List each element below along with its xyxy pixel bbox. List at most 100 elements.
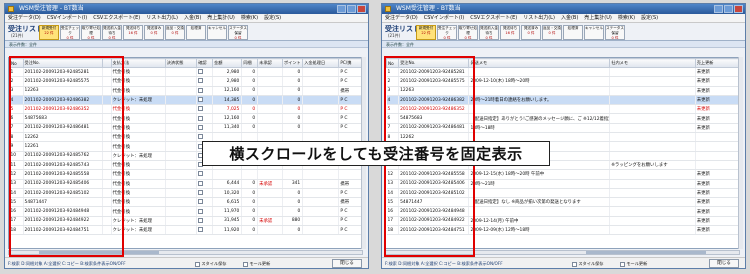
confirm-checkbox[interactable] bbox=[198, 208, 204, 214]
confirm-checkbox[interactable] bbox=[198, 227, 204, 233]
table-cell bbox=[609, 95, 696, 106]
column-header[interactable]: 未承認 bbox=[257, 58, 283, 68]
table-cell bbox=[165, 67, 198, 78]
confirm-checkbox[interactable] bbox=[198, 87, 204, 93]
table-cell bbox=[196, 123, 214, 134]
tab-count: 0 件 bbox=[87, 36, 95, 40]
table-cell bbox=[302, 225, 340, 236]
table-cell bbox=[302, 76, 340, 87]
vertical-scrollbar[interactable] bbox=[738, 57, 743, 249]
menu-item[interactable]: 受注データ(D) bbox=[385, 14, 418, 22]
menu-item[interactable]: CSVエクスポート(E) bbox=[470, 14, 517, 22]
close-window-button[interactable] bbox=[734, 5, 743, 13]
status-tab[interactable]: 返品・交換 0 件 bbox=[165, 25, 185, 40]
style-save-checkbox[interactable] bbox=[195, 261, 200, 267]
status-tab[interactable]: 受注チェック 0 件 bbox=[437, 25, 457, 40]
menu-item[interactable]: CSVインポート(I) bbox=[47, 14, 87, 22]
style-save-checkbox[interactable] bbox=[572, 261, 577, 267]
status-tab[interactable]: 発送待ち 16 件 bbox=[123, 25, 143, 40]
style-save-option[interactable]: スタイル保存 bbox=[572, 260, 603, 267]
table-cell bbox=[165, 141, 198, 152]
confirm-checkbox[interactable] bbox=[198, 97, 204, 103]
confirm-checkbox[interactable] bbox=[198, 134, 204, 140]
column-header[interactable]: 売上更新 bbox=[694, 58, 739, 68]
status-tab[interactable]: 新規受付 22 件 bbox=[416, 25, 436, 40]
menu-item[interactable]: CSVエクスポート(E) bbox=[93, 14, 140, 22]
status-tab[interactable]: 発送前入金待ち 0 件 bbox=[102, 25, 122, 40]
confirm-checkbox[interactable] bbox=[198, 217, 204, 223]
status-tab[interactable]: 取り寄せ処理 0 件 bbox=[81, 25, 101, 40]
status-tab[interactable]: キャンセル bbox=[207, 25, 227, 40]
tab-count: 0 件 bbox=[527, 31, 535, 35]
column-header[interactable]: 決済状態 bbox=[164, 58, 198, 68]
style-save-option[interactable]: スタイル保存 bbox=[195, 260, 226, 267]
menu-item[interactable]: 入金(B) bbox=[561, 14, 578, 22]
menu-item[interactable]: リスト出力(L) bbox=[146, 14, 178, 22]
menu-item[interactable]: 売上集計(U) bbox=[207, 14, 235, 22]
confirm-checkbox[interactable] bbox=[198, 124, 204, 130]
menu-item[interactable]: リスト出力(L) bbox=[523, 14, 555, 22]
status-tab[interactable]: 発送前入金待ち 0 件 bbox=[479, 25, 499, 40]
status-tab[interactable]: 取り寄せ処理 0 件 bbox=[458, 25, 478, 40]
column-header[interactable]: 社内メモ bbox=[609, 58, 696, 68]
maximize-button[interactable] bbox=[347, 5, 356, 13]
model-update-option[interactable]: モール更新 bbox=[620, 260, 647, 267]
menu-item[interactable]: CSVインポート(I) bbox=[424, 14, 464, 22]
status-tab[interactable]: 処理済 bbox=[563, 25, 583, 40]
status-tab[interactable]: 新規受付 22 件 bbox=[39, 25, 59, 40]
status-tab[interactable]: 受注チェック 0 件 bbox=[60, 25, 80, 40]
status-tab[interactable]: 発送待ち 16 件 bbox=[500, 25, 520, 40]
model-update-option[interactable]: モール更新 bbox=[243, 260, 270, 267]
scroll-thumb[interactable] bbox=[586, 251, 706, 254]
menu-item[interactable]: 設定(S) bbox=[641, 14, 658, 22]
status-tab[interactable]: ステータス保留 0 件 bbox=[228, 25, 248, 40]
confirm-checkbox[interactable] bbox=[198, 190, 204, 195]
status-tab[interactable]: 返品・交換 0 件 bbox=[542, 25, 562, 40]
maximize-button[interactable] bbox=[724, 5, 733, 13]
status-tab[interactable]: 発送済み 0 件 bbox=[144, 25, 164, 40]
table-cell bbox=[302, 67, 340, 78]
table-cell: P C bbox=[338, 95, 362, 106]
menu-item[interactable]: 受注データ(D) bbox=[8, 14, 41, 22]
confirm-checkbox[interactable] bbox=[198, 115, 204, 121]
column-header[interactable]: ポイント bbox=[281, 58, 304, 68]
menu-item[interactable]: 設定(S) bbox=[264, 14, 281, 22]
table-cell bbox=[196, 188, 214, 199]
status-tab[interactable]: ステータス保留 0 件 bbox=[605, 25, 625, 40]
column-header[interactable]: 入金処理日 bbox=[302, 58, 340, 68]
column-header[interactable]: PC/携 bbox=[338, 58, 362, 68]
column-header[interactable]: 確認 bbox=[196, 58, 214, 68]
tab-label: 発送済み bbox=[146, 26, 162, 30]
table-cell bbox=[695, 151, 739, 161]
menu-item[interactable]: 売上集計(U) bbox=[584, 14, 612, 22]
table-cell: 0 bbox=[241, 188, 259, 199]
minimize-button[interactable] bbox=[337, 5, 346, 13]
confirm-checkbox[interactable] bbox=[198, 171, 204, 177]
confirm-checkbox[interactable] bbox=[198, 199, 204, 205]
model-update-checkbox[interactable] bbox=[243, 261, 248, 267]
close-window-button[interactable] bbox=[357, 5, 366, 13]
table-cell: 2009-12-14(月) 午前中 bbox=[468, 216, 611, 227]
tab-label: 取り寄せ処理 bbox=[459, 26, 477, 35]
model-update-checkbox[interactable] bbox=[620, 261, 625, 267]
menu-item[interactable]: 検索(K) bbox=[241, 14, 258, 22]
status-tab[interactable]: 処理済 bbox=[186, 25, 206, 40]
minimize-button[interactable] bbox=[714, 5, 723, 13]
table-cell bbox=[196, 104, 214, 115]
close-button[interactable]: 閉じる bbox=[709, 259, 739, 268]
status-tab[interactable]: 発送済み 0 件 bbox=[521, 25, 541, 40]
confirm-checkbox[interactable] bbox=[198, 78, 204, 84]
confirm-checkbox[interactable] bbox=[198, 180, 204, 186]
confirm-checkbox[interactable] bbox=[198, 106, 204, 112]
tab-count: 0 件 bbox=[66, 36, 74, 40]
column-header[interactable]: 発送メモ bbox=[468, 58, 611, 68]
status-tab[interactable]: キャンセル bbox=[584, 25, 604, 40]
confirm-checkbox[interactable] bbox=[198, 69, 204, 75]
table-cell bbox=[257, 225, 283, 236]
table-cell bbox=[338, 169, 362, 180]
column-header[interactable]: 金額 bbox=[212, 58, 243, 68]
close-button[interactable]: 閉じる bbox=[332, 259, 362, 268]
menu-item[interactable]: 検索(K) bbox=[618, 14, 635, 22]
column-header[interactable]: 同梱 bbox=[241, 58, 259, 68]
menu-item[interactable]: 入金(B) bbox=[184, 14, 201, 22]
